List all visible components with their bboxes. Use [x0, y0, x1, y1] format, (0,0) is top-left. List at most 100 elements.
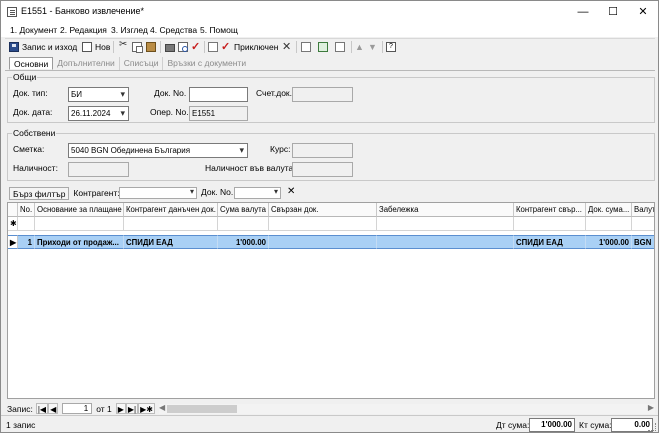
cell-currency[interactable]: BGN: [632, 235, 654, 249]
grid-cell[interactable]: [269, 217, 377, 231]
counterparty-filter-select[interactable]: [119, 187, 197, 199]
print-button[interactable]: [165, 40, 175, 54]
check-icon: ✓: [191, 41, 201, 53]
doc-type-select[interactable]: БИ: [68, 87, 129, 102]
menu-view[interactable]: 3. Изглед: [111, 25, 148, 35]
payments-grid: No. Основание за плащане Контрагент данъ…: [7, 202, 655, 399]
grid-cell[interactable]: [124, 217, 218, 231]
maximize-button[interactable]: ☐: [598, 1, 628, 23]
rate-field: [292, 143, 353, 158]
column-header-amount[interactable]: Сума валута: [218, 203, 269, 217]
first-record-button[interactable]: |◀: [35, 403, 49, 414]
doc-type-label: Док. тип:: [13, 88, 48, 98]
grid-cell[interactable]: [632, 217, 654, 231]
grid-cell[interactable]: [586, 217, 632, 231]
title-bar: E1551 - Банково извлечение* — ☐ ✕: [1, 1, 658, 23]
column-header-linked-doc[interactable]: Свързан док.: [269, 203, 377, 217]
tab-strip: Основни Допълнителни Списъци Връзки с до…: [9, 57, 250, 71]
column-header-note[interactable]: Забележка: [377, 203, 514, 217]
blank-doc-button[interactable]: [335, 40, 345, 54]
menu-tools[interactable]: 4. Средства: [150, 25, 197, 35]
column-header-doc-amount[interactable]: Док. сума...: [586, 203, 632, 217]
refresh-button[interactable]: [318, 40, 328, 54]
balance-field: [68, 162, 129, 177]
column-header-counterparty[interactable]: Контрагент данъчен док.: [124, 203, 218, 217]
help-button[interactable]: ?: [386, 40, 396, 54]
clear-filter-icon[interactable]: ✕: [287, 186, 295, 197]
toolbar-separator: [382, 41, 383, 53]
tab-divider: [5, 70, 655, 71]
record-label: Запис:: [7, 403, 33, 414]
new-record-row[interactable]: ✱: [8, 217, 654, 231]
doc-no-filter-select[interactable]: [234, 187, 281, 199]
finish-button[interactable]: ✓ Приключен: [221, 40, 278, 54]
cell-linked-doc[interactable]: [269, 235, 377, 249]
cell-counterparty[interactable]: СПИДИ ЕАД: [124, 235, 218, 249]
close-button[interactable]: ✕: [628, 1, 658, 23]
resize-grip-icon[interactable]: [648, 423, 656, 431]
paste-button[interactable]: [146, 40, 156, 54]
doc-button[interactable]: [208, 40, 218, 54]
grid-cell[interactable]: [218, 217, 269, 231]
menu-document[interactable]: 1. Документ: [10, 25, 57, 35]
tab-main[interactable]: Основни: [9, 57, 54, 70]
table-row[interactable]: ▶ 1 Приходи от продаж... СПИДИ ЕАД 1'000…: [8, 235, 654, 249]
cell-counterparty-linked[interactable]: СПИДИ ЕАД: [514, 235, 586, 249]
doc-list-icon: [301, 42, 311, 52]
doc-date-picker[interactable]: 26.11.2024: [68, 106, 129, 121]
doc-no-field[interactable]: [189, 87, 248, 102]
cell-amount[interactable]: 1'000.00: [218, 235, 269, 249]
column-header-counterparty-linked[interactable]: Контрагент свър...: [514, 203, 586, 217]
delete-button[interactable]: ✕: [282, 40, 292, 54]
prev-record-button[interactable]: ◀: [48, 403, 59, 414]
minimize-button[interactable]: —: [568, 1, 598, 23]
save-and-exit-button[interactable]: Запис и изход: [9, 40, 77, 54]
column-header-reason[interactable]: Основание за плащане: [35, 203, 124, 217]
last-record-button[interactable]: ▶|: [125, 403, 139, 414]
new-record-button[interactable]: ▶✱: [138, 403, 155, 414]
doc-list-button[interactable]: [301, 40, 311, 54]
scroll-left-icon[interactable]: ◀: [159, 403, 165, 412]
column-header-currency[interactable]: Валута: [632, 203, 654, 217]
menu-bar: 1. Документ 2. Редакция 3. Изглед 4. Сре…: [1, 23, 658, 37]
current-record-field[interactable]: 1: [62, 403, 93, 414]
tab-additional[interactable]: Допълнителни: [53, 57, 120, 70]
next-record-button[interactable]: ▶: [115, 403, 126, 414]
preview-button[interactable]: [178, 40, 188, 54]
cell-doc-amount[interactable]: 1'000.00: [586, 235, 632, 249]
preview-icon: [178, 42, 188, 52]
tab-lists[interactable]: Списъци: [120, 57, 164, 70]
quick-filter-button[interactable]: Бърз филтър: [9, 186, 70, 200]
cell-reason[interactable]: Приходи от продаж...: [35, 235, 124, 249]
grid-cell[interactable]: [377, 217, 514, 231]
cut-button[interactable]: [119, 39, 129, 54]
current-row-icon: ▶: [8, 235, 18, 249]
column-header-no[interactable]: No.: [18, 203, 35, 217]
bank-statement-window: E1551 - Банково извлечение* — ☐ ✕ 1. Док…: [0, 0, 659, 433]
new-button[interactable]: Нов: [82, 40, 110, 54]
record-total: от 1: [96, 403, 112, 414]
balance-currency-field: [292, 162, 353, 177]
scroll-thumb[interactable]: [167, 405, 237, 413]
menu-help[interactable]: 5. Помощ: [200, 25, 238, 35]
check-button[interactable]: ✓: [191, 40, 201, 54]
print-icon: [165, 44, 175, 52]
grid-cell[interactable]: [35, 217, 124, 231]
grid-cell[interactable]: [18, 217, 35, 231]
general-group-title: Общи: [12, 72, 38, 82]
record-navigator: Запис: |◀ ◀ 1 от 1 ▶ ▶| ▶✱: [7, 402, 155, 415]
move-up-button[interactable]: ▲: [355, 40, 365, 54]
horizontal-scrollbar[interactable]: ◀ ▶: [159, 403, 655, 414]
cell-note[interactable]: [377, 235, 514, 249]
cell-no[interactable]: 1: [18, 235, 35, 249]
balance-label: Наличност:: [13, 163, 58, 173]
copy-button[interactable]: [132, 40, 143, 54]
account-label: Сметка:: [13, 144, 45, 154]
account-select[interactable]: 5040 BGN Обединена България: [68, 143, 248, 158]
grid-cell[interactable]: [514, 217, 586, 231]
menu-edit[interactable]: 2. Редакция: [60, 25, 107, 35]
tab-document-links[interactable]: Връзки с документи: [163, 57, 250, 70]
scroll-right-icon[interactable]: ▶: [648, 403, 654, 412]
down-icon: ▼: [368, 42, 377, 52]
move-down-button[interactable]: ▼: [368, 40, 378, 54]
